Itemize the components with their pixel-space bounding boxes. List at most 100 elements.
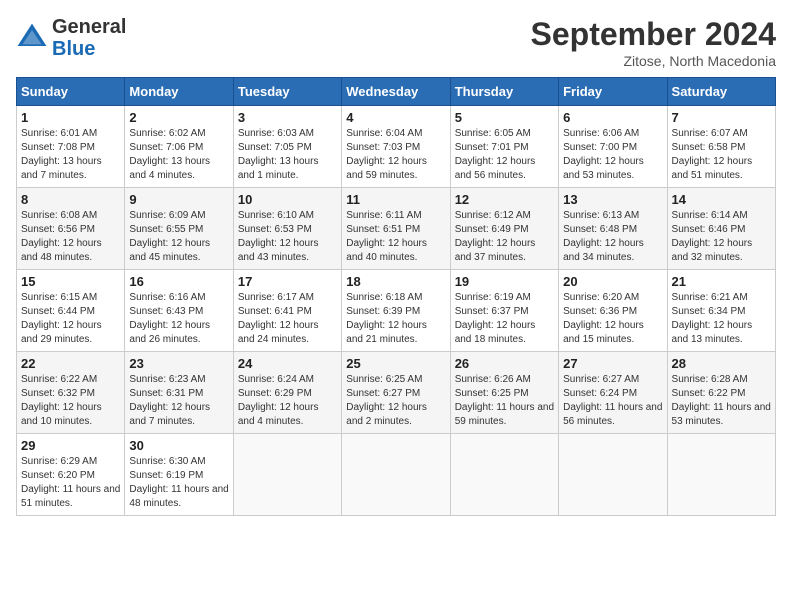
day-number: 20 (563, 274, 662, 289)
calendar-cell: 30 Sunrise: 6:30 AMSunset: 6:19 PMDaylig… (125, 434, 233, 516)
day-number: 21 (672, 274, 771, 289)
day-number: 10 (238, 192, 337, 207)
header-col-thursday: Thursday (450, 78, 558, 106)
calendar-cell: 19 Sunrise: 6:19 AMSunset: 6:37 PMDaylig… (450, 270, 558, 352)
day-info: Sunrise: 6:14 AMSunset: 6:46 PMDaylight:… (672, 209, 771, 265)
calendar-cell: 6 Sunrise: 6:06 AMSunset: 7:00 PMDayligh… (559, 106, 667, 188)
calendar-cell: 16 Sunrise: 6:16 AMSunset: 6:43 PMDaylig… (125, 270, 233, 352)
calendar-cell: 21 Sunrise: 6:21 AMSunset: 6:34 PMDaylig… (667, 270, 775, 352)
day-info: Sunrise: 6:28 AMSunset: 6:22 PMDaylight:… (672, 373, 771, 429)
day-number: 12 (455, 192, 554, 207)
header: General Blue September 2024 Zitose, Nort… (16, 16, 776, 69)
calendar-cell: 17 Sunrise: 6:17 AMSunset: 6:41 PMDaylig… (233, 270, 341, 352)
calendar-cell: 15 Sunrise: 6:15 AMSunset: 6:44 PMDaylig… (17, 270, 125, 352)
day-number: 8 (21, 192, 120, 207)
header-col-monday: Monday (125, 78, 233, 106)
calendar-cell: 18 Sunrise: 6:18 AMSunset: 6:39 PMDaylig… (342, 270, 450, 352)
day-info: Sunrise: 6:06 AMSunset: 7:00 PMDaylight:… (563, 127, 662, 183)
day-number: 24 (238, 356, 337, 371)
day-number: 19 (455, 274, 554, 289)
calendar-cell: 5 Sunrise: 6:05 AMSunset: 7:01 PMDayligh… (450, 106, 558, 188)
calendar-cell: 13 Sunrise: 6:13 AMSunset: 6:48 PMDaylig… (559, 188, 667, 270)
day-info: Sunrise: 6:05 AMSunset: 7:01 PMDaylight:… (455, 127, 554, 183)
calendar-cell: 11 Sunrise: 6:11 AMSunset: 6:51 PMDaylig… (342, 188, 450, 270)
day-info: Sunrise: 6:25 AMSunset: 6:27 PMDaylight:… (346, 373, 445, 429)
calendar-cell: 2 Sunrise: 6:02 AMSunset: 7:06 PMDayligh… (125, 106, 233, 188)
day-number: 2 (129, 110, 228, 125)
header-col-wednesday: Wednesday (342, 78, 450, 106)
calendar-cell: 22 Sunrise: 6:22 AMSunset: 6:32 PMDaylig… (17, 352, 125, 434)
calendar-cell (450, 434, 558, 516)
calendar-cell (342, 434, 450, 516)
day-number: 15 (21, 274, 120, 289)
day-info: Sunrise: 6:10 AMSunset: 6:53 PMDaylight:… (238, 209, 337, 265)
day-number: 4 (346, 110, 445, 125)
day-info: Sunrise: 6:19 AMSunset: 6:37 PMDaylight:… (455, 291, 554, 347)
day-info: Sunrise: 6:24 AMSunset: 6:29 PMDaylight:… (238, 373, 337, 429)
calendar-week-4: 22 Sunrise: 6:22 AMSunset: 6:32 PMDaylig… (17, 352, 776, 434)
calendar-table: SundayMondayTuesdayWednesdayThursdayFrid… (16, 77, 776, 516)
day-number: 13 (563, 192, 662, 207)
calendar-cell (233, 434, 341, 516)
logo: General Blue (16, 16, 126, 60)
day-info: Sunrise: 6:22 AMSunset: 6:32 PMDaylight:… (21, 373, 120, 429)
day-number: 25 (346, 356, 445, 371)
calendar-cell: 25 Sunrise: 6:25 AMSunset: 6:27 PMDaylig… (342, 352, 450, 434)
calendar-cell: 8 Sunrise: 6:08 AMSunset: 6:56 PMDayligh… (17, 188, 125, 270)
day-info: Sunrise: 6:16 AMSunset: 6:43 PMDaylight:… (129, 291, 228, 347)
day-number: 28 (672, 356, 771, 371)
day-info: Sunrise: 6:15 AMSunset: 6:44 PMDaylight:… (21, 291, 120, 347)
calendar-header-row: SundayMondayTuesdayWednesdayThursdayFrid… (17, 78, 776, 106)
day-number: 26 (455, 356, 554, 371)
day-number: 3 (238, 110, 337, 125)
day-info: Sunrise: 6:01 AMSunset: 7:08 PMDaylight:… (21, 127, 120, 183)
day-number: 27 (563, 356, 662, 371)
day-info: Sunrise: 6:30 AMSunset: 6:19 PMDaylight:… (129, 455, 228, 511)
day-info: Sunrise: 6:02 AMSunset: 7:06 PMDaylight:… (129, 127, 228, 183)
day-info: Sunrise: 6:12 AMSunset: 6:49 PMDaylight:… (455, 209, 554, 265)
header-col-tuesday: Tuesday (233, 78, 341, 106)
day-info: Sunrise: 6:23 AMSunset: 6:31 PMDaylight:… (129, 373, 228, 429)
day-number: 1 (21, 110, 120, 125)
header-col-saturday: Saturday (667, 78, 775, 106)
day-number: 17 (238, 274, 337, 289)
day-info: Sunrise: 6:03 AMSunset: 7:05 PMDaylight:… (238, 127, 337, 183)
day-number: 30 (129, 438, 228, 453)
calendar-cell: 14 Sunrise: 6:14 AMSunset: 6:46 PMDaylig… (667, 188, 775, 270)
day-number: 18 (346, 274, 445, 289)
day-info: Sunrise: 6:27 AMSunset: 6:24 PMDaylight:… (563, 373, 662, 429)
day-number: 29 (21, 438, 120, 453)
logo-icon (16, 22, 48, 54)
calendar-cell: 4 Sunrise: 6:04 AMSunset: 7:03 PMDayligh… (342, 106, 450, 188)
day-info: Sunrise: 6:04 AMSunset: 7:03 PMDaylight:… (346, 127, 445, 183)
calendar-cell: 9 Sunrise: 6:09 AMSunset: 6:55 PMDayligh… (125, 188, 233, 270)
calendar-cell (559, 434, 667, 516)
day-number: 22 (21, 356, 120, 371)
day-number: 7 (672, 110, 771, 125)
calendar-cell: 26 Sunrise: 6:26 AMSunset: 6:25 PMDaylig… (450, 352, 558, 434)
day-number: 5 (455, 110, 554, 125)
day-number: 11 (346, 192, 445, 207)
calendar-cell (667, 434, 775, 516)
day-info: Sunrise: 6:29 AMSunset: 6:20 PMDaylight:… (21, 455, 120, 511)
day-number: 16 (129, 274, 228, 289)
calendar-cell: 10 Sunrise: 6:10 AMSunset: 6:53 PMDaylig… (233, 188, 341, 270)
day-number: 9 (129, 192, 228, 207)
header-col-sunday: Sunday (17, 78, 125, 106)
calendar-cell: 20 Sunrise: 6:20 AMSunset: 6:36 PMDaylig… (559, 270, 667, 352)
calendar-cell: 3 Sunrise: 6:03 AMSunset: 7:05 PMDayligh… (233, 106, 341, 188)
day-number: 6 (563, 110, 662, 125)
day-info: Sunrise: 6:08 AMSunset: 6:56 PMDaylight:… (21, 209, 120, 265)
day-info: Sunrise: 6:26 AMSunset: 6:25 PMDaylight:… (455, 373, 554, 429)
day-info: Sunrise: 6:07 AMSunset: 6:58 PMDaylight:… (672, 127, 771, 183)
day-info: Sunrise: 6:17 AMSunset: 6:41 PMDaylight:… (238, 291, 337, 347)
calendar-cell: 1 Sunrise: 6:01 AMSunset: 7:08 PMDayligh… (17, 106, 125, 188)
calendar-week-3: 15 Sunrise: 6:15 AMSunset: 6:44 PMDaylig… (17, 270, 776, 352)
calendar-cell: 24 Sunrise: 6:24 AMSunset: 6:29 PMDaylig… (233, 352, 341, 434)
day-info: Sunrise: 6:11 AMSunset: 6:51 PMDaylight:… (346, 209, 445, 265)
header-col-friday: Friday (559, 78, 667, 106)
calendar-cell: 28 Sunrise: 6:28 AMSunset: 6:22 PMDaylig… (667, 352, 775, 434)
logo-blue: Blue (52, 38, 95, 60)
day-number: 14 (672, 192, 771, 207)
day-number: 23 (129, 356, 228, 371)
